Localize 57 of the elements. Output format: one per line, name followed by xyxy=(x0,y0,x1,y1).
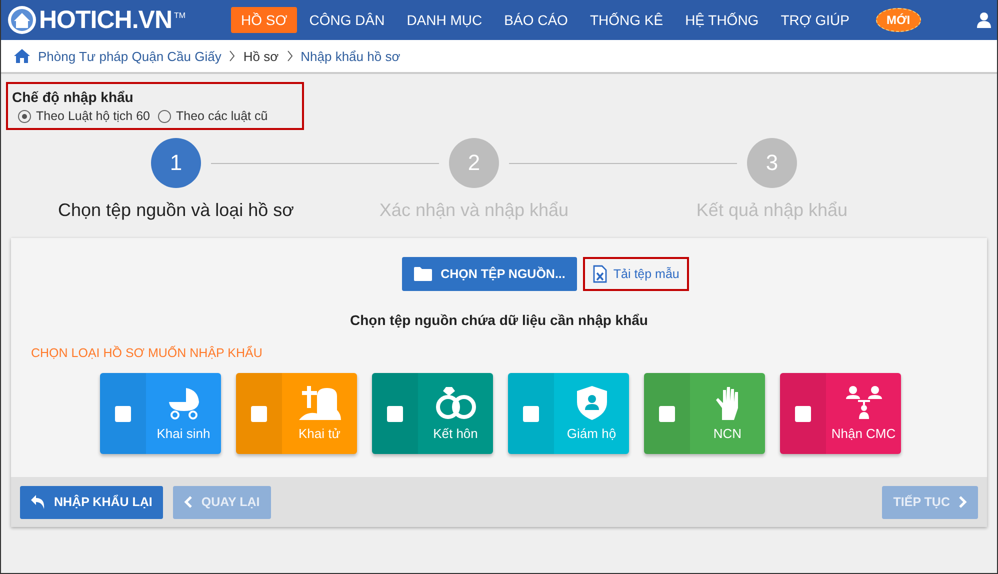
chevron-right-icon xyxy=(959,496,967,508)
trademark-mark: TM xyxy=(174,11,186,20)
record-type-label: Khai sinh xyxy=(156,426,210,441)
home-icon[interactable] xyxy=(14,49,30,63)
checkbox[interactable] xyxy=(659,406,675,422)
step-label: Chọn tệp nguồn và loại hồ sơ xyxy=(58,200,294,221)
logo-text: HOTICH.VN xyxy=(39,6,172,34)
instruction-text: Chọn tệp nguồn chứa dữ liệu cần nhập khẩu xyxy=(349,312,649,328)
nav-tab[interactable]: HỆ THỐNG xyxy=(675,7,769,33)
record-type-card[interactable]: Kết hôn xyxy=(372,373,493,454)
radio-circle[interactable] xyxy=(158,110,171,122)
new-badge: MỚI xyxy=(876,8,922,32)
record-type-label: Kết hôn xyxy=(433,426,478,441)
step-number: 3 xyxy=(747,138,797,188)
checkbox[interactable] xyxy=(115,406,131,422)
chevron-left-icon xyxy=(184,496,192,508)
checkbox[interactable] xyxy=(251,406,267,422)
current-page-label: Nhập khẩu hồ sơ xyxy=(300,48,400,64)
record-type-label: Giám hộ xyxy=(566,426,616,441)
import-mode-title: Chế độ nhập khẩu xyxy=(12,89,134,105)
radio-circle[interactable] xyxy=(18,110,31,122)
footer-button[interactable]: NHẬP KHẨU LẠI xyxy=(20,486,164,518)
checkbox[interactable] xyxy=(387,406,403,422)
nav-tab[interactable]: DANH MỤC xyxy=(396,7,492,33)
record-type-card[interactable]: NCN xyxy=(644,373,765,454)
people-icon xyxy=(844,386,884,420)
nav-tab[interactable]: THỐNG KÊ xyxy=(580,7,674,33)
house-logo-icon xyxy=(7,5,37,35)
nav-tab[interactable]: CÔNG DÂN xyxy=(299,7,395,33)
undo-arrow-icon xyxy=(31,495,45,509)
wedding-rings-icon xyxy=(434,386,478,420)
checkbox[interactable] xyxy=(795,406,811,422)
chevron-right-icon xyxy=(229,50,236,62)
checkbox[interactable] xyxy=(523,406,539,422)
excel-file-icon xyxy=(593,265,608,283)
breadcrumb-link[interactable]: Phòng Tư pháp Quận Cầu Giấy xyxy=(38,48,222,64)
record-type-card[interactable]: Nhận CMC xyxy=(780,373,901,454)
step-number: 2 xyxy=(449,138,499,188)
record-type-card[interactable]: Khai sinh xyxy=(100,373,221,454)
gravestone-icon xyxy=(298,386,340,420)
nav-tab[interactable]: TRỢ GIÚP xyxy=(770,7,860,33)
section-title: CHỌN LOẠI HỒ SƠ MUỐN NHẬP KHẨU xyxy=(31,346,264,360)
record-type-label: Nhận CMC xyxy=(831,426,896,441)
nav-tab[interactable]: HỒ SƠ xyxy=(231,7,298,33)
radio-label: Theo các luật cũ xyxy=(176,109,268,123)
breadcrumb-link[interactable]: Hồ sơ xyxy=(243,48,279,64)
chevron-right-icon xyxy=(286,50,293,62)
nav-tab[interactable]: BÁO CÁO xyxy=(494,7,578,33)
record-type-label: Khai tử xyxy=(298,426,340,441)
choose-file-button[interactable]: CHỌN TỆP NGUỒN... xyxy=(402,257,578,291)
download-template-link[interactable]: Tải tệp mẫu xyxy=(583,257,690,291)
record-type-label: NCN xyxy=(713,426,742,441)
folder-icon xyxy=(414,267,432,281)
step-number: 1 xyxy=(151,138,201,188)
user-icon[interactable] xyxy=(977,12,991,28)
shield-person-icon xyxy=(576,386,606,420)
radio-option[interactable]: Theo các luật cũ xyxy=(158,109,268,123)
